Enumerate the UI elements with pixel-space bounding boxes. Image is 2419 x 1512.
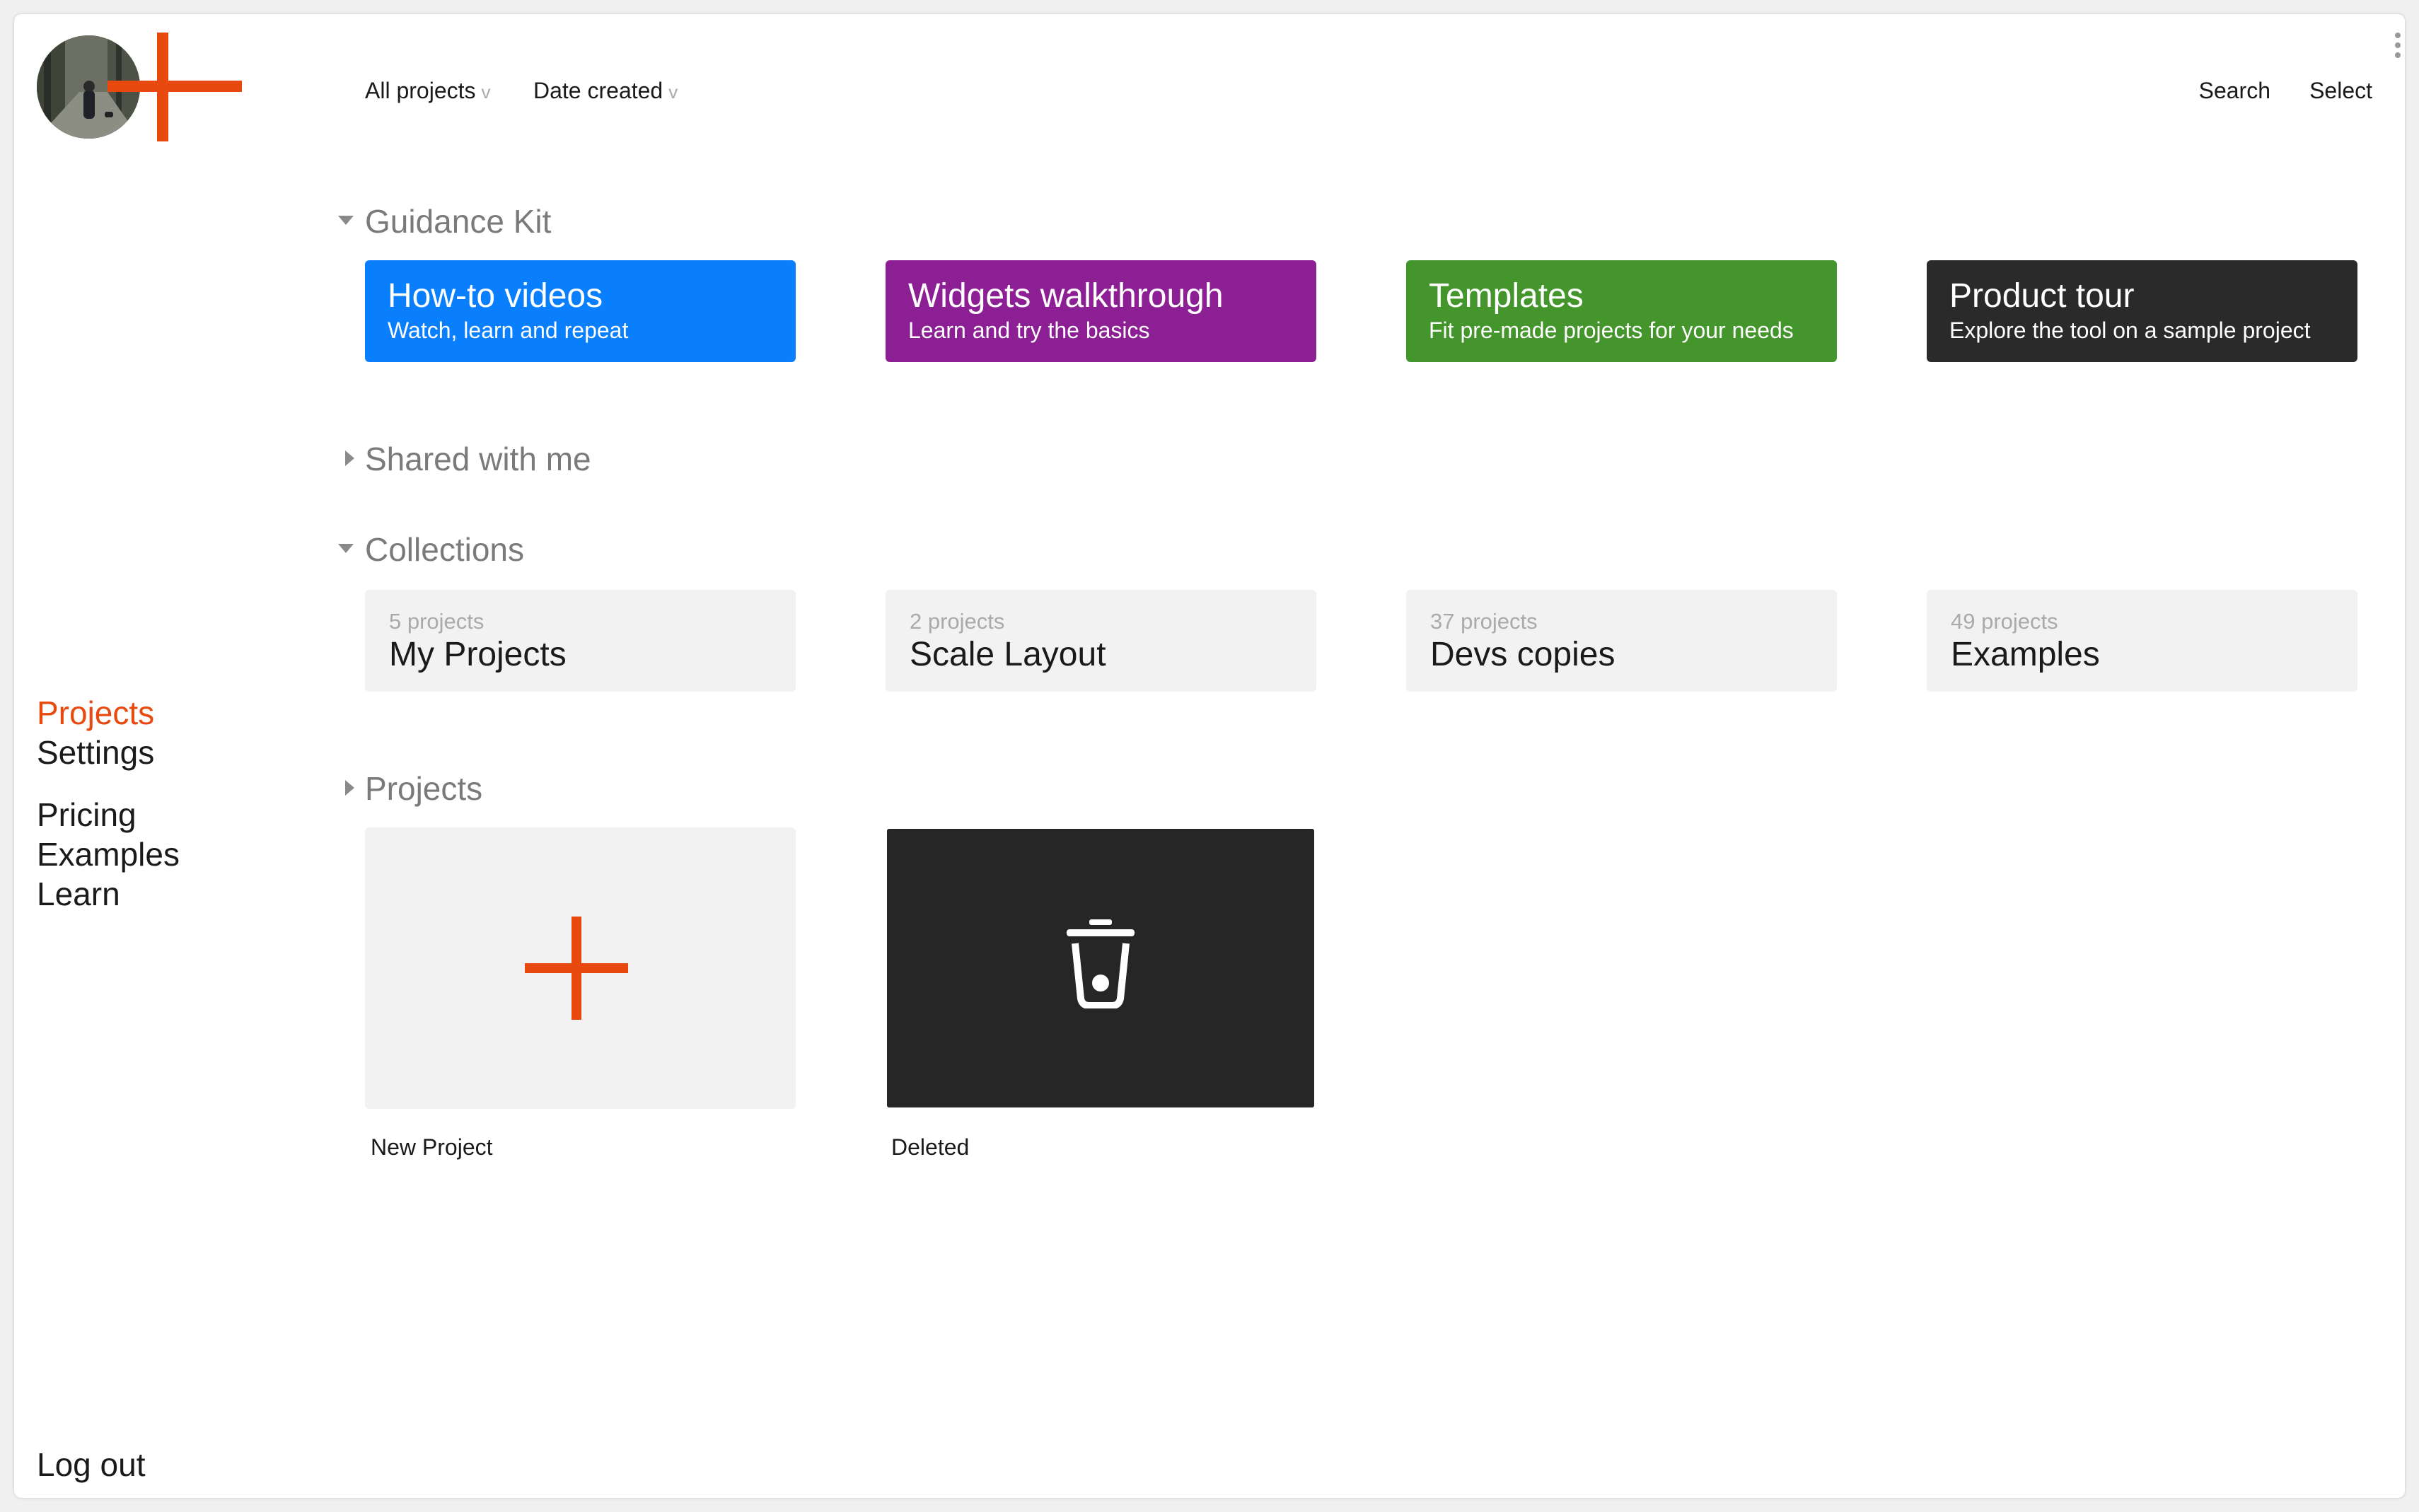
collection-count: 49 projects [1951, 609, 2058, 634]
collection-card-examples[interactable]: 49 projects Examples [1927, 590, 2357, 692]
section-toggle-collections[interactable]: Collections [337, 530, 524, 569]
sort-date-dropdown[interactable]: Date created v [533, 78, 678, 104]
kit-card-how-to-videos[interactable]: How-to videos Watch, learn and repeat [365, 260, 796, 362]
section-title: Projects [365, 770, 483, 807]
caret-right-icon [337, 445, 365, 473]
caret-down-icon [337, 207, 365, 235]
filter-projects-label: All projects [365, 78, 476, 103]
new-project-label[interactable]: New Project [371, 1134, 493, 1161]
collection-count: 2 projects [910, 609, 1005, 634]
caret-right-icon [337, 774, 365, 803]
kit-card-subtitle: Watch, learn and repeat [388, 318, 629, 343]
collection-card-my-projects[interactable]: 5 projects My Projects [365, 590, 796, 692]
section-toggle-projects[interactable]: Projects [337, 769, 482, 808]
trash-icon [1067, 919, 1135, 1008]
collection-count: 5 projects [389, 609, 485, 634]
logout-link[interactable]: Log out [37, 1446, 145, 1484]
kit-card-title: Product tour [1949, 277, 2135, 315]
kit-card-subtitle: Explore the tool on a sample project [1949, 318, 2311, 343]
section-toggle-guidance-kit[interactable]: Guidance Kit [337, 202, 551, 240]
kit-card-product-tour[interactable]: Product tour Explore the tool on a sampl… [1927, 260, 2357, 362]
kit-card-templates[interactable]: Templates Fit pre-made projects for your… [1406, 260, 1837, 362]
section-toggle-shared[interactable]: Shared with me [337, 440, 591, 478]
chevron-down-icon: v [668, 81, 678, 103]
sidebar-nav-primary: Projects Settings [37, 693, 154, 772]
filter-projects-dropdown[interactable]: All projects v [365, 78, 491, 104]
sidebar-item-settings[interactable]: Settings [37, 733, 154, 772]
deleted-tile[interactable] [887, 829, 1314, 1107]
caret-down-icon [337, 535, 365, 564]
chevron-down-icon: v [481, 81, 491, 103]
sidebar-item-examples[interactable]: Examples [37, 834, 180, 874]
app-window: Projects Settings Pricing Examples Learn… [14, 14, 2405, 1498]
collection-card-scale-layout[interactable]: 2 projects Scale Layout [886, 590, 1316, 692]
collection-count: 37 projects [1430, 609, 1538, 634]
collection-card-devs-copies[interactable]: 37 projects Devs copies [1406, 590, 1837, 692]
sidebar-item-projects[interactable]: Projects [37, 693, 154, 733]
plus-logo-icon [108, 33, 242, 141]
plus-icon [525, 917, 628, 1020]
kit-card-subtitle: Learn and try the basics [908, 318, 1150, 343]
collection-name: Scale Layout [910, 636, 1106, 673]
collection-name: Devs copies [1430, 636, 1615, 673]
collection-name: Examples [1951, 636, 2100, 673]
kit-card-title: How-to videos [388, 277, 603, 315]
kit-card-title: Widgets walkthrough [908, 277, 1224, 315]
new-project-tile[interactable] [365, 827, 796, 1109]
select-button[interactable]: Select [2309, 78, 2372, 104]
section-title: Shared with me [365, 441, 591, 477]
window-menu-icon[interactable] [2395, 33, 2402, 58]
sort-date-label: Date created [533, 78, 663, 103]
section-title: Guidance Kit [365, 203, 552, 240]
sidebar-nav-secondary: Pricing Examples Learn [37, 795, 180, 914]
search-button[interactable]: Search [2199, 78, 2270, 104]
kit-card-subtitle: Fit pre-made projects for your needs [1429, 318, 1794, 343]
logo[interactable] [37, 33, 249, 141]
kit-card-title: Templates [1429, 277, 1584, 315]
sidebar-item-pricing[interactable]: Pricing [37, 795, 180, 834]
collection-name: My Projects [389, 636, 567, 673]
deleted-label[interactable]: Deleted [891, 1134, 969, 1161]
section-title: Collections [365, 531, 524, 568]
sidebar-item-learn[interactable]: Learn [37, 874, 180, 914]
kit-card-widgets-walkthrough[interactable]: Widgets walkthrough Learn and try the ba… [886, 260, 1316, 362]
